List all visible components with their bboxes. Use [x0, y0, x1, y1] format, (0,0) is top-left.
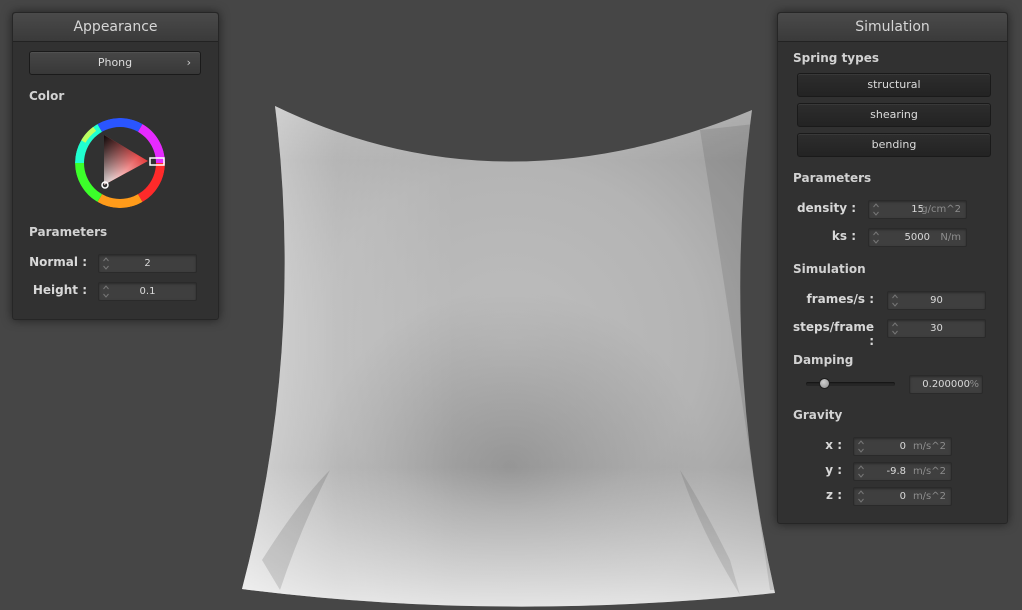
shader-dropdown[interactable]: Phong ›: [29, 51, 201, 75]
bending-button[interactable]: bending: [797, 133, 991, 157]
damping-slider-knob[interactable]: [819, 378, 831, 389]
stepper-icon[interactable]: [873, 230, 879, 245]
height-value: 0.1: [139, 286, 156, 297]
density-unit: g/cm^2: [921, 204, 961, 215]
stepper-icon[interactable]: [873, 202, 879, 217]
stepper-icon[interactable]: [858, 439, 864, 454]
color-label: Color: [29, 89, 65, 103]
gravity-label: Gravity: [793, 408, 843, 422]
gravity-x-value: 0: [899, 441, 906, 452]
stepper-icon[interactable]: [858, 489, 864, 504]
chevron-right-icon: ›: [186, 56, 191, 69]
frames-per-s-label: frames/s :: [806, 292, 874, 306]
damping-label: Damping: [793, 353, 854, 367]
normal-label: Normal :: [29, 255, 87, 269]
damping-value: 0.200000: [922, 379, 970, 390]
gravity-y-label: y :: [825, 463, 842, 477]
ks-value: 5000: [904, 232, 930, 243]
normal-input[interactable]: 2: [98, 254, 197, 273]
spring-types-label: Spring types: [793, 51, 880, 65]
frames-per-s-input[interactable]: 90: [887, 291, 986, 310]
shearing-button[interactable]: shearing: [797, 103, 991, 127]
gravity-z-label: z :: [826, 488, 842, 502]
structural-button[interactable]: structural: [797, 73, 991, 97]
density-label: density :: [796, 201, 856, 215]
simulation-panel: Simulation Spring types structural shear…: [777, 12, 1008, 524]
height-input[interactable]: 0.1: [98, 282, 197, 301]
simulation-section-label: Simulation: [793, 262, 866, 276]
gravity-x-input[interactable]: 0 m/s^2: [853, 437, 952, 456]
gravity-z-unit: m/s^2: [912, 491, 946, 502]
gravity-z-value: 0: [899, 491, 906, 502]
gravity-y-input[interactable]: -9.8 m/s^2: [853, 462, 952, 481]
ks-label: ks :: [831, 229, 856, 243]
appearance-title: Appearance: [13, 13, 218, 42]
gravity-x-unit: m/s^2: [912, 441, 946, 452]
appearance-parameters-label: Parameters: [29, 225, 108, 239]
shader-dropdown-label: Phong: [97, 56, 133, 69]
ks-unit: N/m: [940, 232, 961, 243]
normal-value: 2: [144, 258, 151, 269]
frames-per-s-value: 90: [930, 295, 943, 306]
damping-input[interactable]: 0.200000 %: [909, 375, 983, 394]
steps-per-frame-input[interactable]: 30: [887, 319, 986, 338]
simulation-title: Simulation: [778, 13, 1007, 42]
appearance-panel: Appearance Phong › Color Parameters Norm…: [12, 12, 219, 320]
simulation-parameters-label: Parameters: [793, 171, 872, 185]
color-wheel[interactable]: [72, 115, 168, 211]
stepper-icon[interactable]: [858, 464, 864, 479]
gravity-y-unit: m/s^2: [912, 466, 946, 477]
gravity-x-label: x :: [825, 438, 842, 452]
ks-input[interactable]: 5000 N/m: [868, 228, 967, 247]
gravity-y-value: -9.8: [886, 466, 906, 477]
damping-unit: %: [969, 379, 979, 390]
height-label: Height :: [32, 283, 87, 297]
steps-per-frame-label: steps/frame :: [792, 320, 874, 348]
gravity-z-input[interactable]: 0 m/s^2: [853, 487, 952, 506]
density-input[interactable]: 15 g/cm^2: [868, 200, 967, 219]
steps-per-frame-value: 30: [930, 323, 943, 334]
